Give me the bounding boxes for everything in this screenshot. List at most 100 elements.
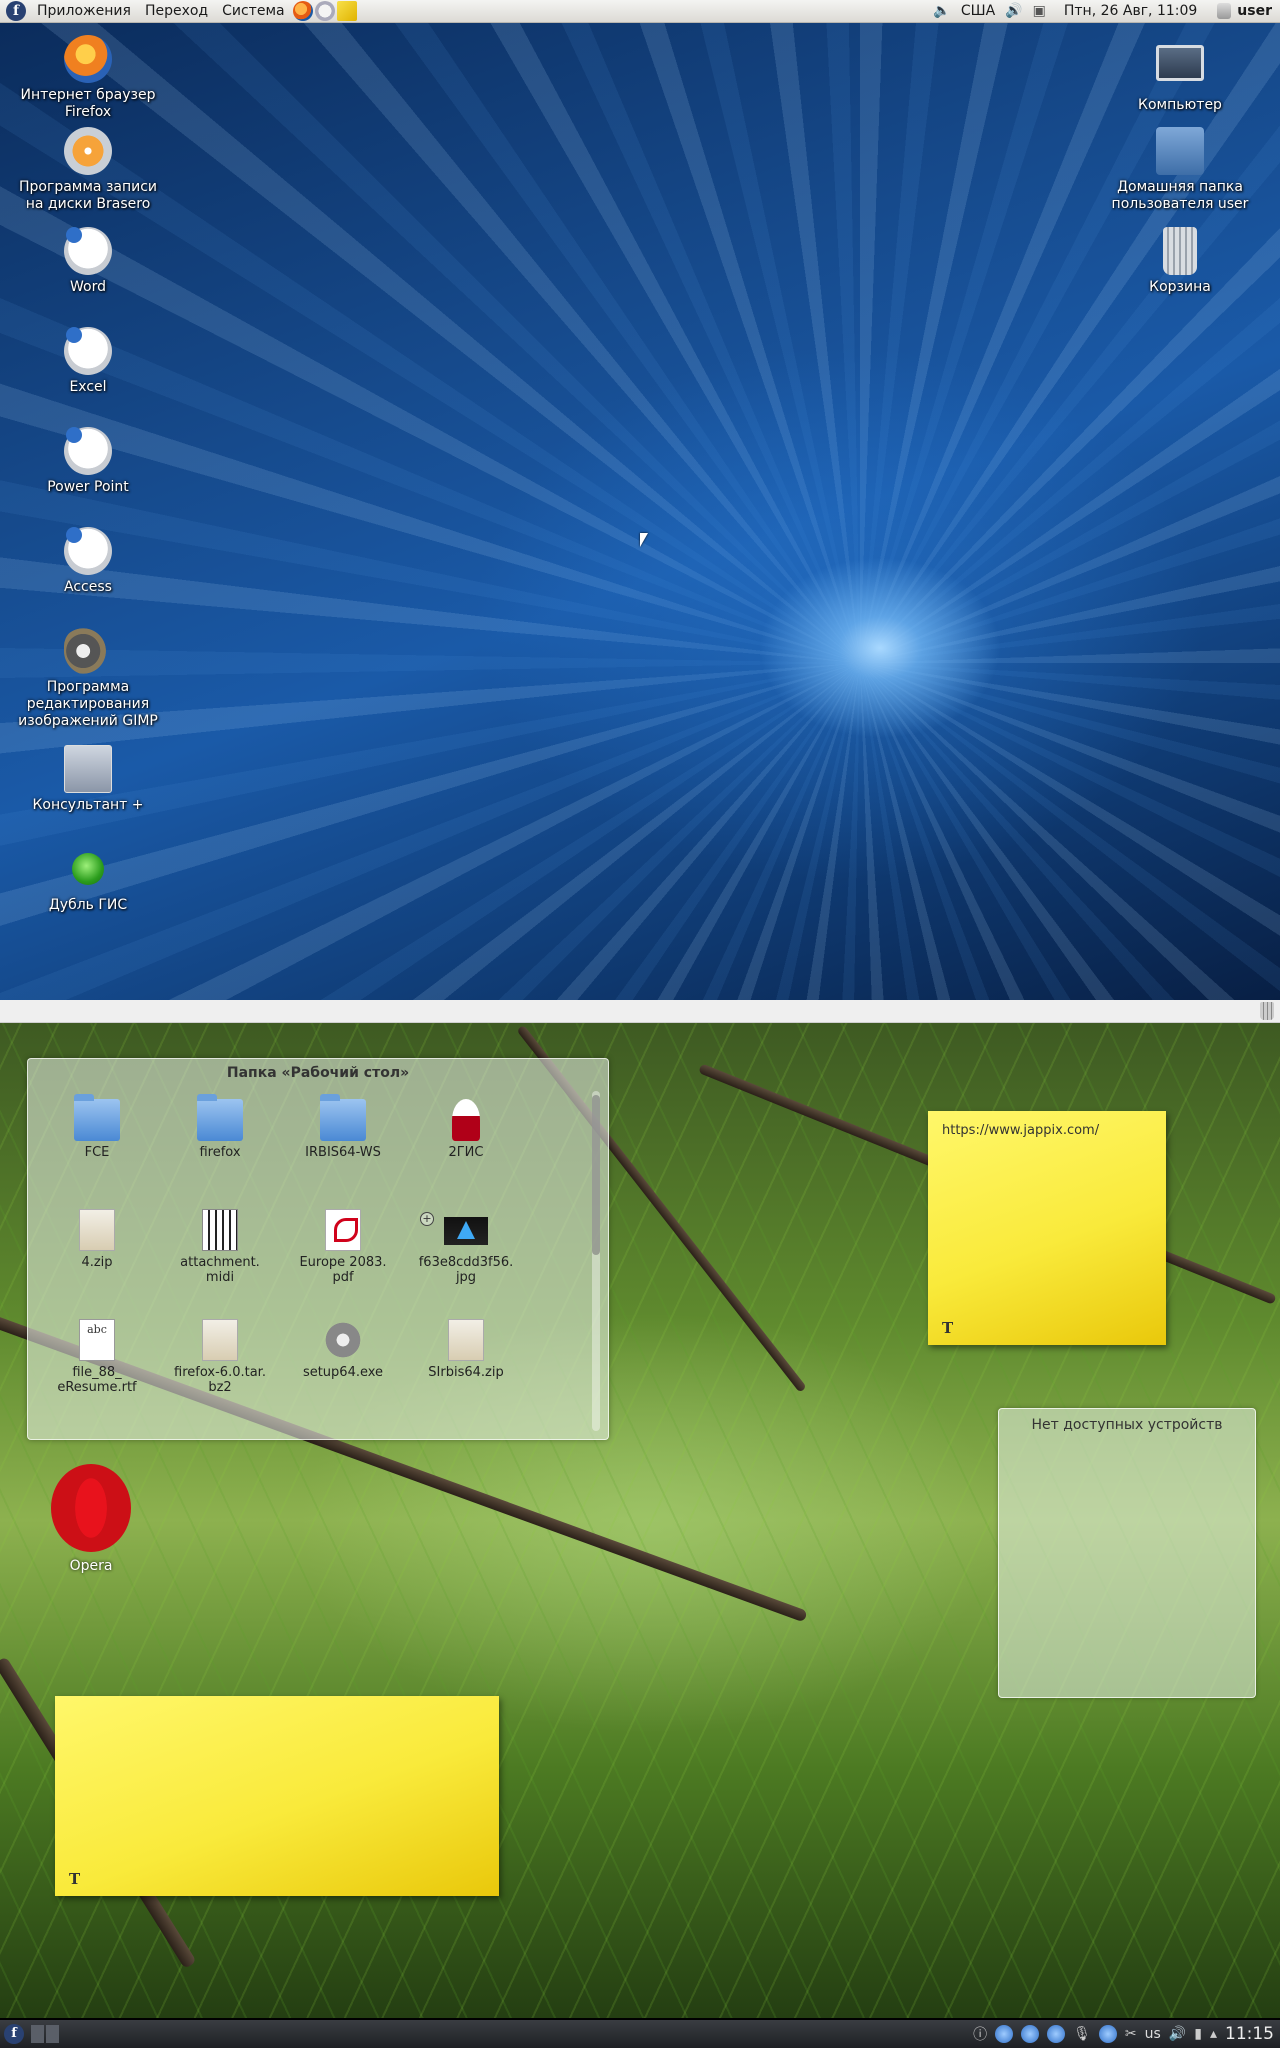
pdf-icon: [325, 1209, 361, 1251]
fedora-launcher-icon[interactable]: f: [4, 2024, 24, 2044]
desktop-icon-firefox[interactable]: Интернет браузер Firefox: [18, 35, 158, 121]
menu-system[interactable]: Система: [215, 0, 291, 23]
folder-icon: [320, 1094, 366, 1141]
file-item-firefox-tar[interactable]: firefox-6.0.tar. bz2: [161, 1319, 279, 1395]
user-menu[interactable]: user: [1217, 3, 1272, 19]
file-label: Europe 2083. pdf: [299, 1255, 387, 1285]
desktop-icon-consultant[interactable]: Консультант +: [18, 745, 158, 814]
desktop-icon-gimp[interactable]: Программа редактирования изображений GIM…: [18, 627, 158, 730]
sticky-note-empty[interactable]: T: [55, 1696, 499, 1896]
globe-icon[interactable]: [1047, 2025, 1066, 2043]
file-item-4zip[interactable]: 4.zip: [38, 1209, 156, 1270]
file-item-rtf[interactable]: abc file_88_ eResume.rtf: [38, 1319, 156, 1395]
desktop-icon-label: Opera: [69, 1558, 113, 1574]
network-icon[interactable]: [995, 2025, 1014, 2043]
gimp-icon: [64, 627, 112, 675]
file-item-europe-pdf[interactable]: Europe 2083. pdf: [284, 1209, 402, 1285]
file-item-2gis[interactable]: 2ГИС: [407, 1099, 525, 1160]
file-item-irbis64-ws[interactable]: IRBIS64-WS: [284, 1094, 402, 1160]
desktop-icon-brasero[interactable]: Программа записи на диски Brasero: [18, 127, 158, 213]
file-label: f63e8cdd3f56. jpg: [418, 1255, 514, 1285]
archive-icon: [202, 1319, 238, 1361]
text-format-icon[interactable]: T: [942, 1319, 953, 1337]
sticky-note-url[interactable]: https://www.jappix.com/ T: [928, 1111, 1166, 1345]
midi-icon: [202, 1209, 238, 1251]
brasero-icon: [64, 127, 112, 175]
file-item-setup64[interactable]: setup64.exe: [284, 1319, 402, 1380]
firefox-launcher-icon[interactable]: [292, 1, 313, 21]
gnome-desktop-wallpaper: Интернет браузер Firefox Программа запис…: [0, 23, 1280, 1000]
desktop-icon-label: Домашняя папка пользователя user: [1111, 179, 1249, 212]
keyboard-layout[interactable]: us: [1145, 2026, 1161, 2042]
panel-clock[interactable]: Птн, 26 Авг, 11:09: [1056, 3, 1207, 19]
menu-places[interactable]: Переход: [138, 0, 215, 23]
menu-applications[interactable]: Приложения: [30, 0, 138, 23]
desktop-icon-dublgis[interactable]: Дубль ГИС: [18, 845, 158, 914]
desktop-icon-label: Компьютер: [1138, 97, 1222, 113]
file-item-attachment-midi[interactable]: attachment. midi: [161, 1209, 279, 1285]
file-item-fce[interactable]: FCE: [38, 1094, 156, 1160]
wine-glass-icon: [452, 1099, 480, 1141]
desktop-icon-label: Power Point: [47, 479, 129, 495]
volume-icon[interactable]: 🔈: [933, 3, 950, 19]
text-document-icon: abc: [79, 1319, 115, 1361]
image-thumbnail-icon: [444, 1217, 488, 1245]
scissors-icon[interactable]: ✂: [1125, 2026, 1137, 2042]
desktop-icon-access[interactable]: Access: [18, 527, 158, 596]
device-notifier-title: Нет доступных устройств: [1031, 1417, 1223, 1433]
scrollbar-thumb[interactable]: [592, 1095, 600, 1255]
mic-icon[interactable]: 🎙: [1073, 2026, 1091, 2042]
sticky-note-text[interactable]: https://www.jappix.com/: [942, 1123, 1099, 1138]
device-notifier-widget[interactable]: Нет доступных устройств: [998, 1408, 1256, 1698]
dublgis-icon: [72, 853, 104, 885]
file-item-sirbis64[interactable]: SIrbis64.zip: [407, 1319, 525, 1380]
excel-icon: [64, 327, 112, 375]
desktop-icon-label: Программа записи на диски Brasero: [18, 179, 158, 212]
access-icon: [64, 527, 112, 575]
trash-icon[interactable]: [1260, 1002, 1274, 1020]
file-label: firefox: [199, 1145, 241, 1160]
desktop-icon-excel[interactable]: Excel: [18, 327, 158, 396]
folder-view-scrollbar[interactable]: [592, 1091, 600, 1431]
file-label: FCE: [84, 1145, 110, 1160]
battery-icon[interactable]: ▮: [1194, 2026, 1202, 2042]
desktop-icon-label: Консультант +: [32, 797, 144, 813]
gnome-screen: f Приложения Переход Система 🔈 США 🔊 ▣ П…: [0, 0, 1280, 1000]
volume-icon[interactable]: 🔊: [1169, 2026, 1186, 2042]
firefox-icon: [64, 35, 112, 83]
desktop-icon-powerpoint[interactable]: Power Point: [18, 427, 158, 496]
fedora-logo-icon[interactable]: f: [6, 1, 26, 21]
mail-launcher-icon[interactable]: [314, 1, 335, 21]
word-icon: [64, 227, 112, 275]
network-icon[interactable]: ▣: [1033, 3, 1046, 19]
updates-icon[interactable]: [1021, 2025, 1040, 2043]
folder-view-widget[interactable]: Папка «Рабочий стол» FCE firefox IRBIS64…: [27, 1058, 609, 1440]
select-plus-icon[interactable]: +: [420, 1212, 434, 1226]
desktop-icon-home[interactable]: Домашняя папка пользователя user: [1110, 127, 1250, 213]
virtual-desktop-pager[interactable]: [31, 2025, 59, 2043]
desktop-icon-label: Access: [64, 579, 112, 595]
archive-icon: [448, 1319, 484, 1361]
desktop-icon-word[interactable]: Word: [18, 227, 158, 296]
user-icon: [1217, 3, 1232, 19]
info-icon[interactable]: ⓘ: [973, 2024, 987, 2044]
desktop-icon-opera[interactable]: Opera: [46, 1464, 136, 1574]
folder-icon: [197, 1094, 243, 1141]
kde-bottom-panel: f ⓘ 🎙 ✂ us 🔊 ▮ ▴ 11:15: [0, 2020, 1280, 2048]
expand-tray-icon[interactable]: ▴: [1210, 2026, 1217, 2042]
desktop-icon-trash[interactable]: Корзина: [1110, 227, 1250, 296]
file-item-firefox[interactable]: firefox: [161, 1094, 279, 1160]
notes-launcher-icon[interactable]: [336, 1, 357, 21]
sound-icon[interactable]: 🔊: [1005, 3, 1022, 19]
help-icon[interactable]: [1098, 2025, 1117, 2043]
consultant-icon: [64, 745, 112, 793]
file-label: attachment. midi: [180, 1255, 260, 1285]
opera-icon: [51, 1464, 131, 1552]
desktop-icon-computer[interactable]: Компьютер: [1110, 45, 1250, 114]
text-format-icon[interactable]: T: [69, 1870, 80, 1888]
keyboard-layout[interactable]: США: [961, 3, 995, 19]
desktop-icon-label: Word: [70, 279, 106, 295]
kde-clock[interactable]: 11:15: [1225, 2024, 1274, 2044]
file-label: 2ГИС: [448, 1145, 484, 1160]
desktop-icon-label: Дубль ГИС: [48, 897, 128, 913]
